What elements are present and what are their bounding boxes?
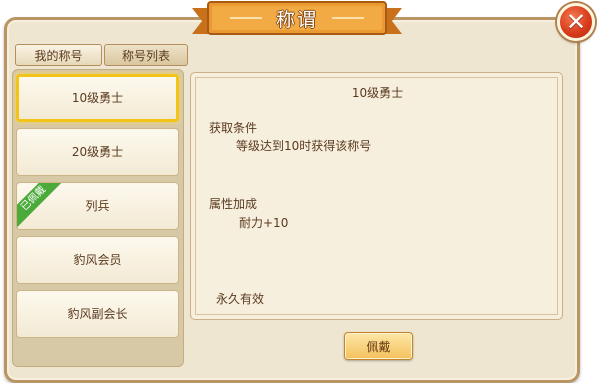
worn-badge: 已佩戴 bbox=[17, 183, 65, 229]
attribute-heading: 属性加成 bbox=[209, 197, 258, 211]
list-item-20-warrior[interactable]: 20级勇士 bbox=[16, 128, 179, 176]
attribute-text: 耐力+10 bbox=[239, 216, 289, 230]
title-ribbon: 称谓 bbox=[192, 0, 402, 38]
condition-heading: 获取条件 bbox=[209, 121, 258, 135]
list-item-private[interactable]: 已佩戴 列兵 bbox=[16, 182, 179, 230]
window-title: 称谓 bbox=[275, 9, 318, 31]
list-item-label: 豹风会员 bbox=[73, 253, 122, 267]
condition-text: 等级达到10时获得该称号 bbox=[236, 139, 372, 153]
list-item-label: 列兵 bbox=[85, 199, 110, 213]
list-item-label: 豹风副会长 bbox=[67, 307, 128, 321]
list-item-vice-president[interactable]: 豹风副会长 bbox=[16, 290, 179, 338]
tab-my-titles[interactable]: 我的称号 bbox=[15, 44, 102, 66]
list-item-member[interactable]: 豹风会员 bbox=[16, 236, 179, 284]
tab-title-list[interactable]: 称号列表 bbox=[104, 44, 188, 66]
list-item-10-warrior[interactable]: 10级勇士 bbox=[16, 74, 179, 122]
wear-button[interactable]: 佩戴 bbox=[344, 332, 413, 360]
list-item-label: 20级勇士 bbox=[71, 145, 124, 159]
detail-title: 10级勇士 bbox=[351, 86, 404, 100]
title-detail-panel: 10级勇士 获取条件 等级达到10时获得该称号 属性加成 耐力+10 永久有效 bbox=[190, 72, 563, 320]
duration-text: 永久有效 bbox=[216, 292, 265, 306]
list-item-label: 10级勇士 bbox=[71, 91, 124, 105]
close-button[interactable]: ✕ bbox=[557, 3, 595, 41]
close-icon: ✕ bbox=[565, 8, 587, 36]
